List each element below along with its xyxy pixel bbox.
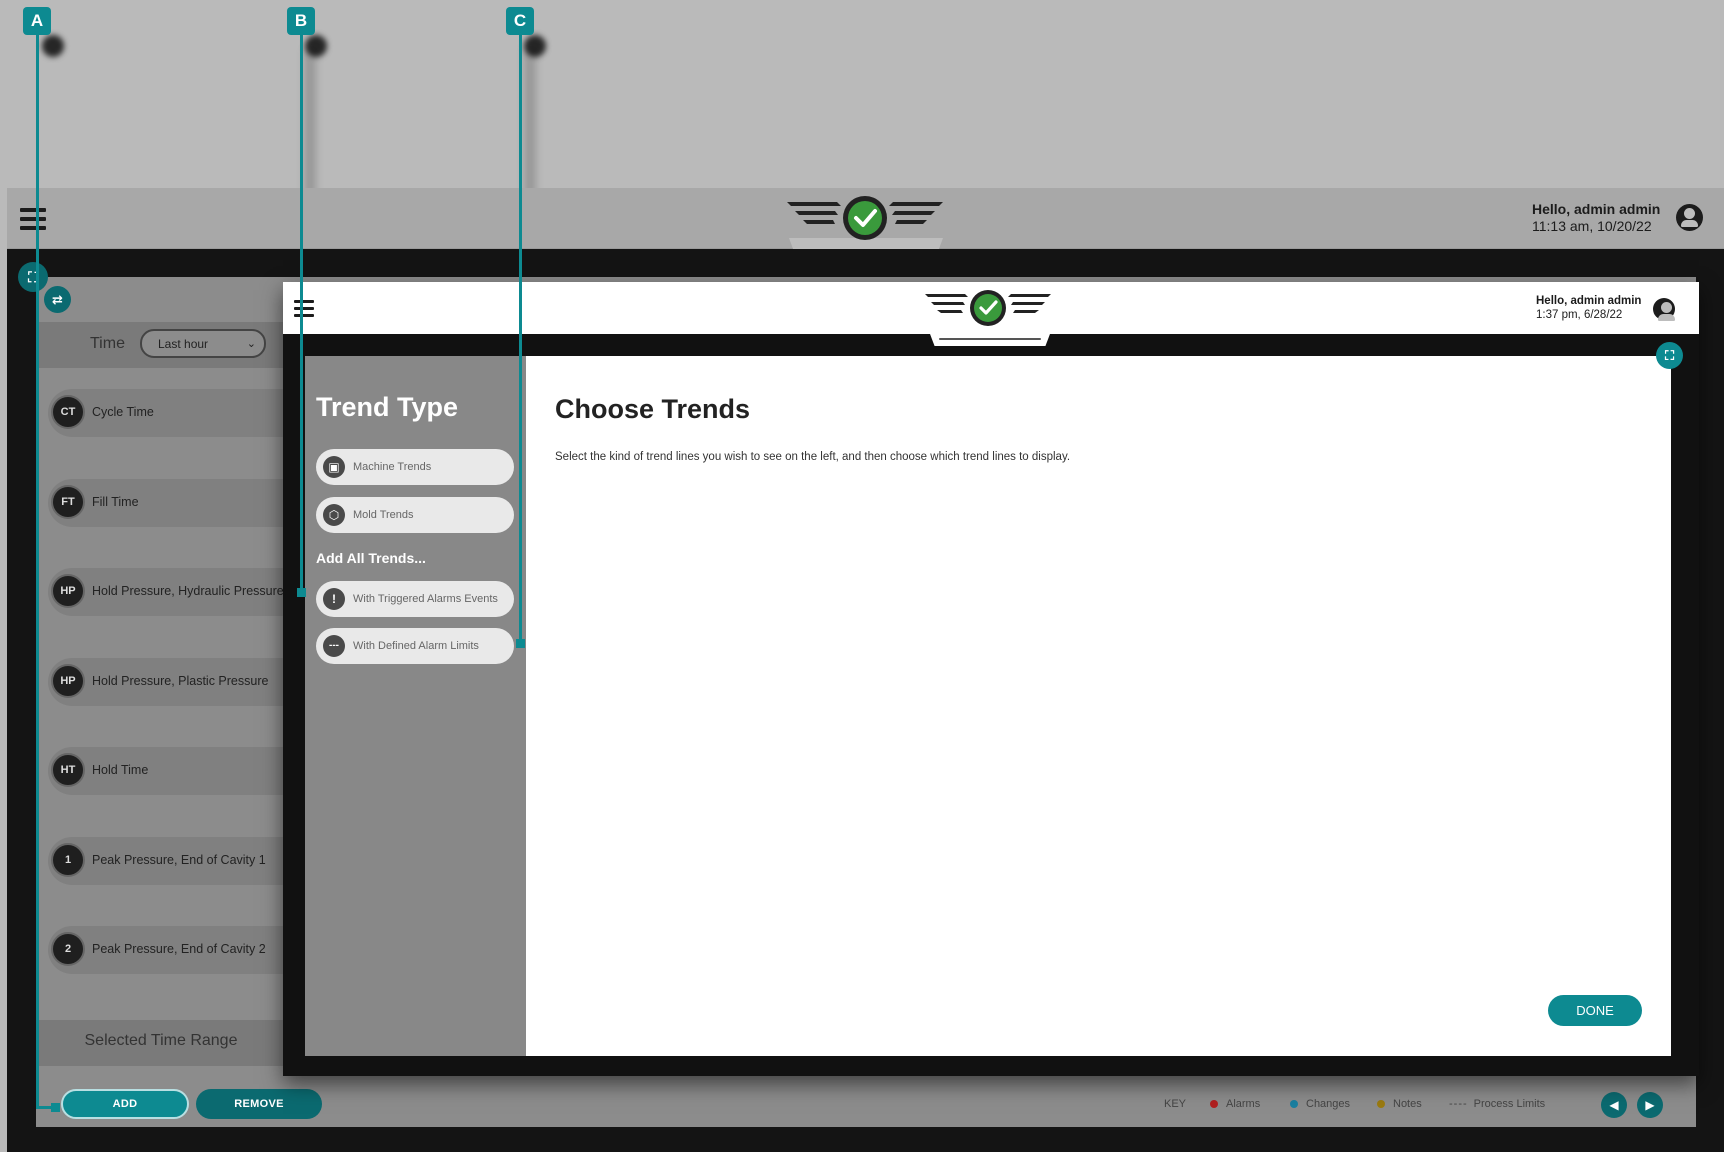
selected-time-range-label: Selected Time Range: [84, 1032, 238, 1049]
trend-item-hold-time[interactable]: HT Hold Time: [48, 747, 288, 795]
dashed-line-icon: ----: [1449, 1098, 1468, 1110]
callout-c-line: [519, 33, 522, 643]
trend-badge: HP: [51, 574, 85, 608]
callout-c-badge: C: [506, 7, 534, 35]
legend-process-limits-label: Process Limits: [1473, 1098, 1546, 1110]
callout-a-tip: [51, 1103, 60, 1112]
inset-expand-icon[interactable]: ⛶: [1656, 342, 1683, 369]
trend-label: Peak Pressure, End of Cavity 1: [92, 853, 266, 867]
callout-c-tip: [516, 639, 525, 648]
legend-key: KEY: [1164, 1098, 1187, 1110]
trend-badge: 2: [51, 932, 85, 966]
legend-alarms: Alarms: [1210, 1098, 1260, 1110]
change-dot-icon: [1290, 1100, 1298, 1108]
callout-b-badge: B: [287, 7, 315, 35]
trend-type-title: Trend Type: [316, 392, 459, 422]
callout-a-badge: A: [23, 7, 51, 35]
triggered-alarms-button[interactable]: ! With Triggered Alarms Events: [316, 581, 514, 617]
callout-a-line: [36, 33, 39, 1109]
mold-trends-button[interactable]: ⬡ Mold Trends: [316, 497, 514, 533]
trend-badge: CT: [51, 395, 85, 429]
chevron-down-icon: ⌄: [246, 338, 256, 350]
inset-menu-icon[interactable]: [294, 300, 314, 322]
trend-badge: FT: [51, 485, 85, 519]
inset-logo-tab: [927, 326, 1053, 346]
legend-changes-label: Changes: [1306, 1098, 1351, 1110]
time-range-value: Last hour: [158, 337, 209, 351]
trend-label: Hold Pressure, Plastic Pressure: [92, 674, 269, 688]
callout-a-shadow: [42, 35, 64, 57]
choose-trends-instructions: Select the kind of trend lines you wish …: [555, 451, 1071, 463]
trend-item-fill-time[interactable]: FT Fill Time: [48, 479, 288, 527]
mold-trends-label: Mold Trends: [353, 509, 414, 521]
alarm-exclamation-icon: !: [323, 588, 345, 610]
legend-alarms-label: Alarms: [1226, 1098, 1261, 1110]
defined-alarm-limits-label: With Defined Alarm Limits: [353, 640, 479, 652]
user-greeting: Hello, admin admin: [1532, 201, 1661, 217]
mold-icon: ⬡: [323, 504, 345, 526]
user-timestamp: 11:13 am, 10/20/22: [1532, 218, 1652, 234]
trend-badge: 1: [51, 843, 85, 877]
choose-trends-title: Choose Trends: [555, 394, 751, 424]
inset-user-account-icon[interactable]: [1653, 298, 1675, 321]
app-logo-icon: [787, 196, 943, 240]
trend-item-peak-pressure-cavity-1[interactable]: 1 Peak Pressure, End of Cavity 1: [48, 837, 288, 885]
inset-user-greeting: Hello, admin admin: [1536, 295, 1642, 307]
trend-label: Hold Pressure, Hydraulic Pressure: [92, 584, 284, 598]
time-range-select[interactable]: Last hour ⌄: [140, 329, 266, 358]
inset-user-timestamp: 1:37 pm, 6/28/22: [1536, 309, 1623, 321]
trend-label: Hold Time: [92, 763, 149, 777]
trend-label: Fill Time: [92, 495, 139, 509]
next-icon[interactable]: ▶: [1637, 1092, 1663, 1118]
time-filter-label: Time: [90, 335, 125, 352]
add-button[interactable]: ADD: [61, 1089, 189, 1119]
trend-item-peak-pressure-cavity-2[interactable]: 2 Peak Pressure, End of Cavity 2: [48, 926, 288, 974]
legend-process-limits: ---- Process Limits: [1449, 1098, 1545, 1110]
machine-icon: ▣: [323, 456, 345, 478]
trend-item-hold-pressure-hydraulic[interactable]: HP Hold Pressure, Hydraulic Pressure: [48, 568, 288, 616]
triggered-alarms-label: With Triggered Alarms Events: [353, 593, 498, 605]
remove-button[interactable]: REMOVE: [196, 1089, 322, 1119]
machine-trends-label: Machine Trends: [353, 461, 432, 473]
trend-badge: HP: [51, 664, 85, 698]
user-account-icon[interactable]: [1676, 204, 1703, 231]
done-button[interactable]: DONE: [1548, 995, 1642, 1026]
alarm-dot-icon: [1210, 1100, 1218, 1108]
dashed-limits-icon: ---: [323, 635, 345, 657]
expand-icon[interactable]: ⛶: [18, 262, 48, 292]
inset-logo-icon: [925, 290, 1051, 326]
machine-trends-button[interactable]: ▣ Machine Trends: [316, 449, 514, 485]
defined-alarm-limits-button[interactable]: --- With Defined Alarm Limits: [316, 628, 514, 664]
add-all-trends-label: Add All Trends...: [316, 550, 426, 566]
trend-item-cycle-time[interactable]: CT Cycle Time: [48, 389, 288, 437]
callout-b-line: [300, 33, 303, 593]
trend-label: Peak Pressure, End of Cavity 2: [92, 942, 266, 956]
trend-item-hold-pressure-plastic[interactable]: HP Hold Pressure, Plastic Pressure: [48, 658, 288, 706]
trend-badge: HT: [51, 753, 85, 787]
previous-icon[interactable]: ◀: [1601, 1092, 1627, 1118]
trend-label: Cycle Time: [92, 405, 154, 419]
legend-notes-label: Notes: [1393, 1098, 1422, 1110]
callout-b-tip: [297, 588, 306, 597]
menu-icon[interactable]: [20, 208, 46, 235]
legend-changes: Changes: [1290, 1098, 1350, 1110]
note-dot-icon: [1377, 1100, 1385, 1108]
swap-icon[interactable]: ⇄: [44, 286, 71, 313]
legend-notes: Notes: [1377, 1098, 1422, 1110]
